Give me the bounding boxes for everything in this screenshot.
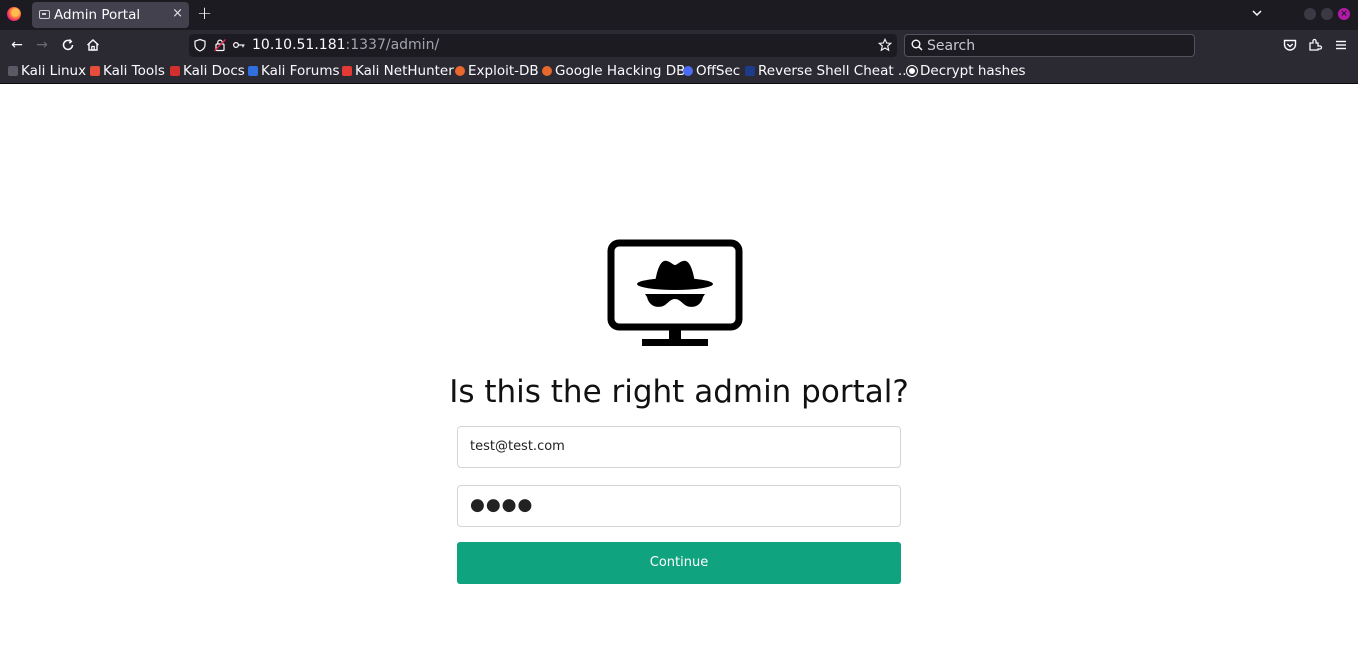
bookmark-kali-tools[interactable]: Kali Tools	[90, 63, 165, 79]
key-icon[interactable]	[232, 38, 246, 52]
bookmark-kali-forums[interactable]: Kali Forums	[248, 63, 340, 79]
globe-icon	[907, 66, 917, 76]
bookmark-label: Decrypt hashes	[920, 63, 1026, 79]
continue-button[interactable]: Continue	[457, 542, 901, 584]
bookmarks-toolbar: Kali Linux Kali Tools Kali Docs Kali For…	[0, 60, 1358, 84]
home-icon[interactable]	[85, 37, 101, 53]
kali-forums-icon	[248, 66, 258, 76]
forward-icon[interactable]: →	[34, 37, 50, 53]
search-bar[interactable]: Search	[904, 34, 1195, 57]
maximize-button[interactable]	[1321, 8, 1333, 20]
bookmark-star-icon[interactable]	[878, 38, 892, 52]
offsec-icon	[683, 66, 693, 76]
tab-favicon-icon	[39, 10, 50, 19]
reload-icon[interactable]	[60, 37, 76, 53]
menu-icon[interactable]	[1333, 37, 1349, 53]
bookmark-exploit-db[interactable]: Exploit-DB	[455, 63, 539, 79]
bookmark-label: Kali NetHunter	[355, 63, 454, 79]
tab-close-icon[interactable]: ×	[172, 6, 183, 21]
firefox-icon[interactable]	[7, 7, 21, 21]
url-bar[interactable]: 10.10.51.181:1337/admin/	[189, 34, 897, 57]
tab-bar: Admin Portal × + ×	[0, 0, 1358, 30]
bookmark-label: Kali Tools	[103, 63, 165, 79]
kali-nethunter-icon	[342, 66, 352, 76]
reverse-shell-icon	[745, 66, 755, 76]
bookmark-offsec[interactable]: OffSec	[683, 63, 740, 79]
kali-docs-icon	[170, 66, 180, 76]
url-host: 10.10.51.181	[252, 37, 346, 53]
bookmark-label: Google Hacking DB	[555, 63, 686, 79]
back-icon[interactable]: ←	[9, 37, 25, 53]
kali-tools-icon	[90, 66, 100, 76]
tab-title: Admin Portal	[54, 7, 141, 23]
page-content: Is this the right admin portal? test@tes…	[0, 85, 1358, 646]
email-value: test@test.com	[470, 439, 565, 454]
pocket-icon[interactable]	[1282, 37, 1298, 53]
bookmark-label: Kali Linux	[21, 63, 87, 79]
email-field[interactable]: test@test.com	[457, 426, 901, 468]
bookmark-label: Kali Forums	[261, 63, 340, 79]
ghdb-icon	[542, 66, 552, 76]
search-icon	[911, 39, 923, 51]
bookmark-reverse-shell-cheat[interactable]: Reverse Shell Cheat ...	[745, 63, 911, 79]
kali-dragon-icon	[8, 66, 18, 76]
minimize-button[interactable]	[1304, 8, 1316, 20]
new-tab-button[interactable]: +	[197, 3, 212, 24]
url-path: :1337/admin/	[345, 37, 440, 53]
search-placeholder: Search	[927, 38, 976, 54]
close-window-button[interactable]: ×	[1338, 8, 1350, 20]
password-field[interactable]: ●●●●	[457, 485, 901, 527]
insecure-lock-icon[interactable]	[213, 38, 227, 52]
navigation-toolbar: ← → 10.10.51.181:1337/admin/ Search	[0, 30, 1358, 60]
bookmark-kali-docs[interactable]: Kali Docs	[170, 63, 245, 79]
bookmark-decrypt-hashes[interactable]: Decrypt hashes	[907, 63, 1026, 79]
page-title: Is this the right admin portal?	[449, 374, 909, 410]
bookmark-label: Kali Docs	[183, 63, 245, 79]
bookmark-label: Exploit-DB	[468, 63, 539, 79]
list-all-tabs-icon[interactable]	[1250, 6, 1264, 20]
spy-monitor-logo-icon	[607, 239, 743, 346]
extensions-icon[interactable]	[1307, 37, 1323, 53]
exploit-db-icon	[455, 66, 465, 76]
bookmark-google-hacking-db[interactable]: Google Hacking DB	[542, 63, 685, 79]
bookmark-label: Reverse Shell Cheat ...	[758, 63, 911, 79]
shield-icon[interactable]	[193, 38, 207, 52]
bookmark-kali-nethunter[interactable]: Kali NetHunter	[342, 63, 454, 79]
url-text[interactable]: 10.10.51.181:1337/admin/	[252, 37, 439, 53]
tab-admin-portal[interactable]: Admin Portal ×	[32, 2, 189, 28]
password-mask: ●●●●	[470, 495, 534, 515]
bookmark-kali-linux[interactable]: Kali Linux	[8, 63, 86, 79]
bookmark-label: OffSec	[696, 63, 741, 79]
